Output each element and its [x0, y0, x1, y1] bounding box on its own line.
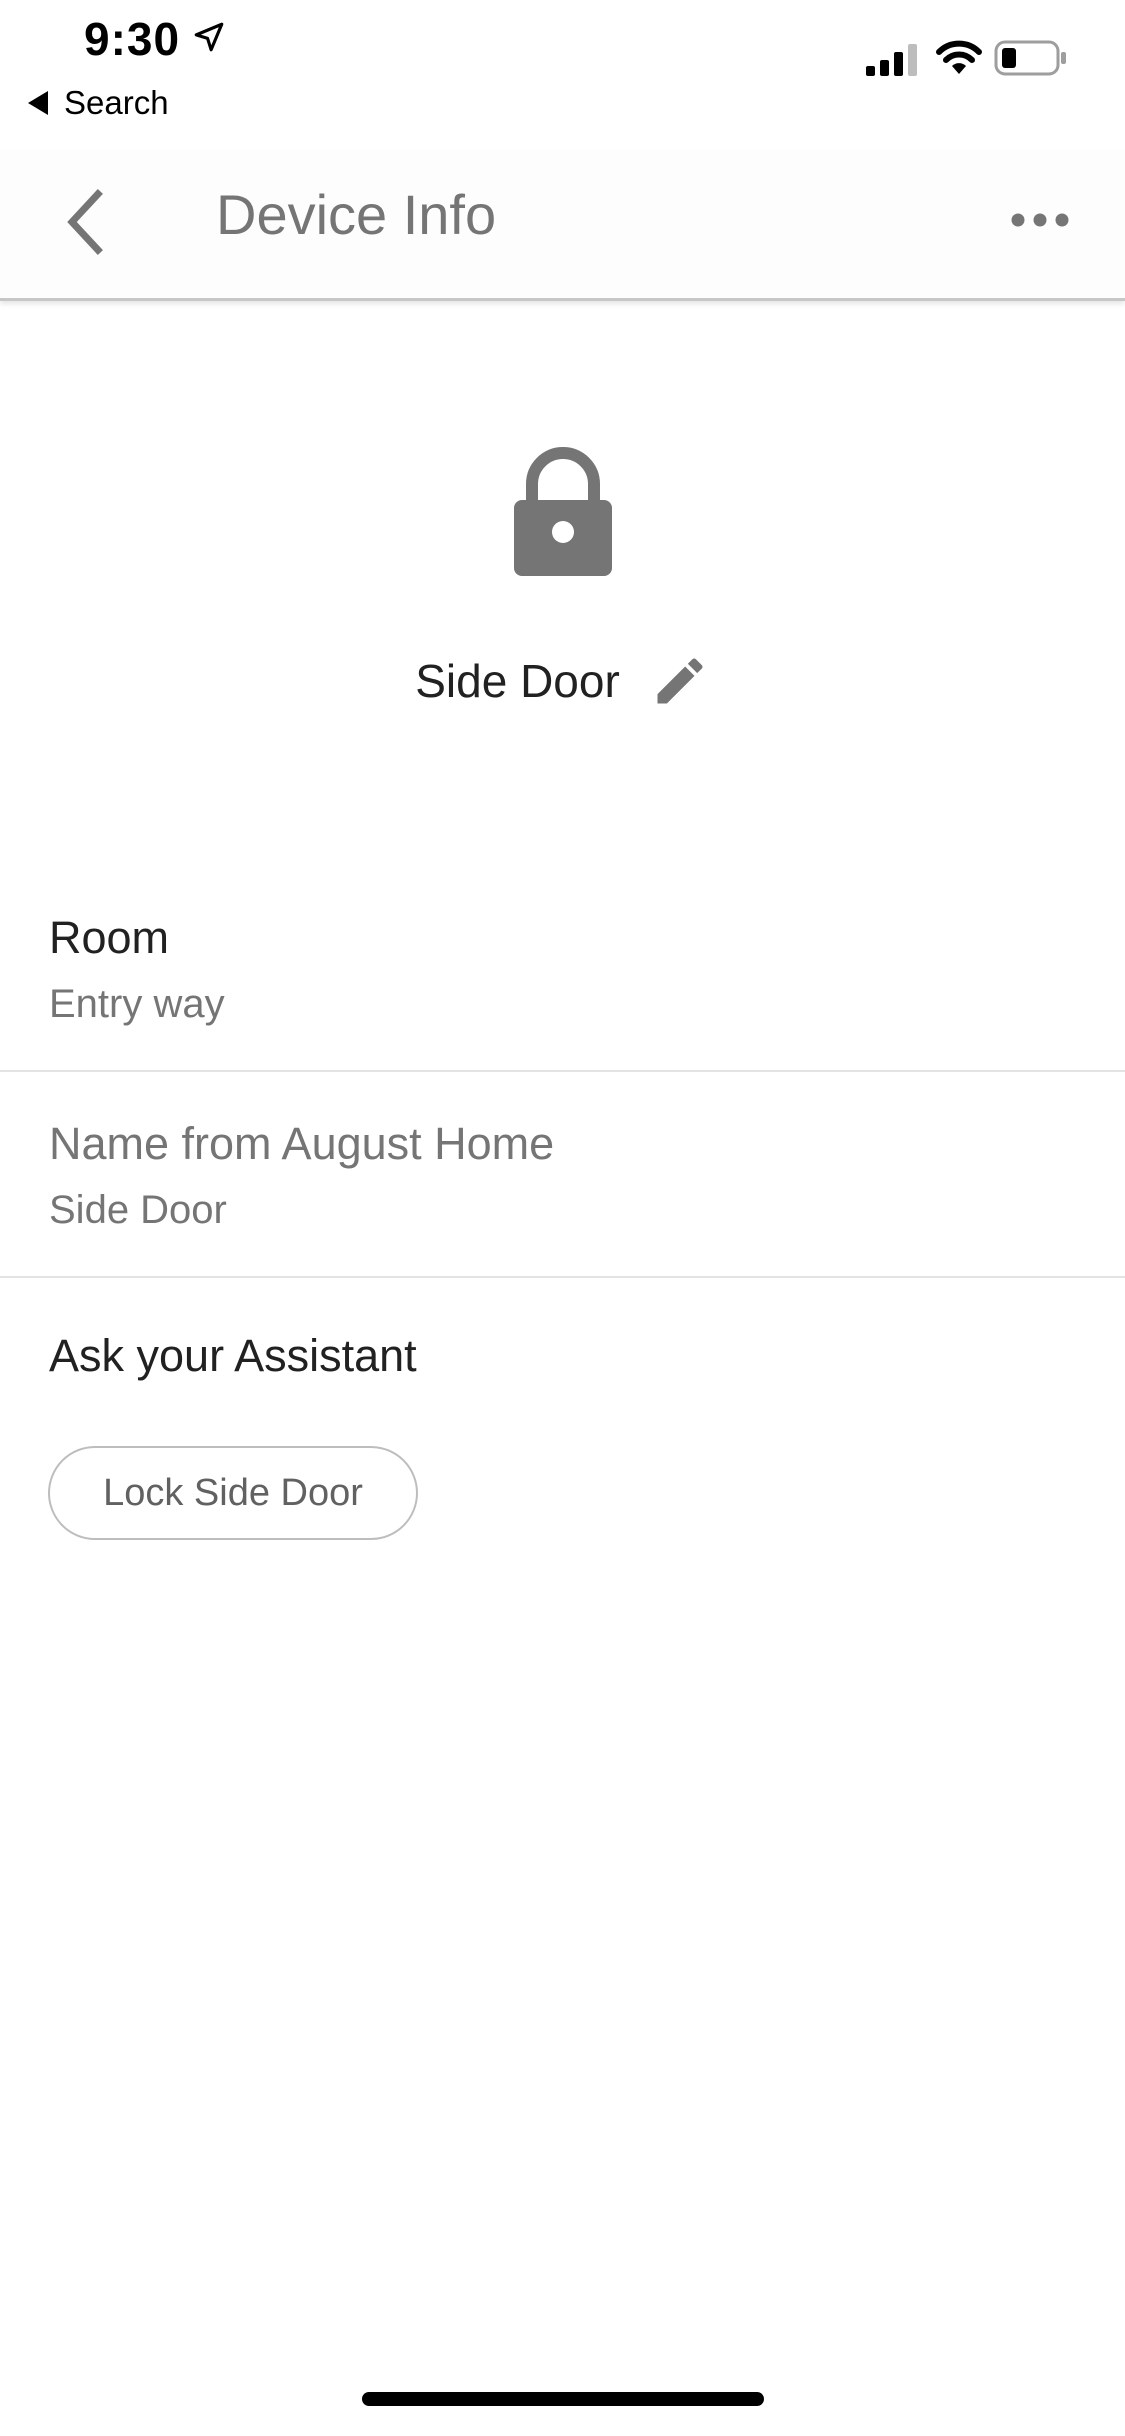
status-bar: 9:30 Search — [0, 0, 1125, 150]
more-horizontal-icon[interactable] — [1010, 202, 1070, 238]
room-label: Room — [49, 912, 170, 963]
status-time: 9:30 — [84, 13, 181, 65]
lock-icon — [514, 447, 612, 576]
ask-assistant-label: Ask your Assistant — [49, 1330, 417, 1381]
chevron-left-icon[interactable] — [58, 186, 114, 258]
cellular-signal-icon — [866, 44, 917, 76]
pencil-icon[interactable] — [650, 651, 710, 711]
august-name-label: Name from August Home — [49, 1118, 555, 1169]
august-name-value: Side Door — [49, 1188, 227, 1232]
location-arrow-icon — [194, 22, 224, 52]
home-indicator[interactable] — [362, 2392, 764, 2406]
back-triangle-icon — [28, 91, 48, 115]
back-to-search-button[interactable]: Search — [28, 84, 169, 122]
back-to-search-label: Search — [64, 84, 169, 121]
battery-icon — [994, 40, 1066, 76]
device-name: Side Door — [415, 655, 620, 707]
device-name-row: Side Door — [0, 646, 1125, 716]
page-title: Device Info — [216, 183, 497, 246]
app-bar: Device Info — [0, 150, 1125, 301]
room-value: Entry way — [49, 982, 225, 1026]
wifi-icon — [936, 40, 982, 74]
divider — [0, 1276, 1125, 1278]
lock-side-door-chip[interactable]: Lock Side Door — [48, 1446, 418, 1540]
divider — [0, 1070, 1125, 1072]
